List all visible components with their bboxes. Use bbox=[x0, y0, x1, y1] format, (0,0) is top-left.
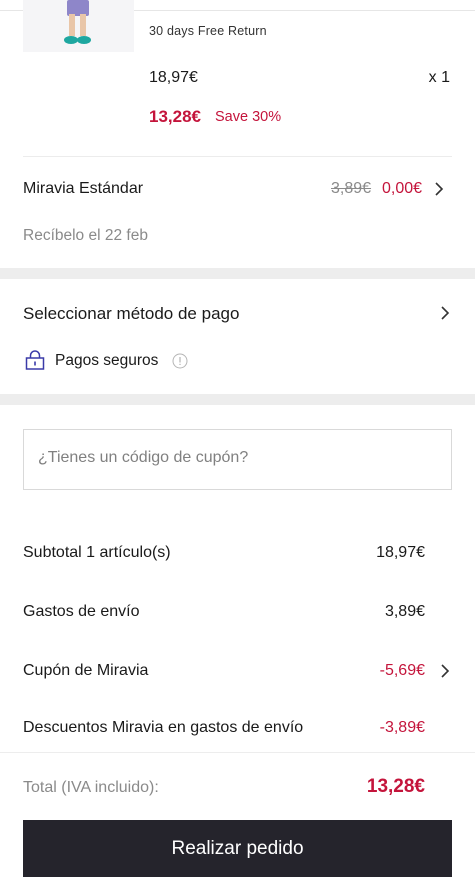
quantity: x 1 bbox=[428, 69, 450, 86]
section-separator bbox=[0, 394, 475, 405]
lock-icon bbox=[25, 350, 45, 370]
section-separator bbox=[0, 268, 475, 279]
chevron-right-icon[interactable] bbox=[440, 664, 450, 678]
total-label: Total (IVA incluido): bbox=[23, 779, 159, 796]
return-policy: 30 days Free Return bbox=[149, 24, 267, 38]
subtotal-value: 18,97€ bbox=[376, 544, 425, 561]
divider bbox=[0, 752, 475, 753]
info-icon[interactable] bbox=[172, 353, 188, 369]
coupon-input[interactable] bbox=[38, 449, 438, 467]
sale-price: 13,28€ bbox=[149, 107, 201, 126]
delivery-date: Recíbelo el 22 feb bbox=[23, 227, 148, 244]
shipping-new-price: 0,00€ bbox=[382, 180, 423, 197]
divider bbox=[23, 156, 452, 157]
shipping-discount-value: -3,89€ bbox=[379, 719, 425, 736]
shipping-method-name: Miravia Estándar bbox=[23, 180, 144, 197]
coupon-discount-value: -5,69€ bbox=[379, 662, 425, 679]
payment-method-title: Seleccionar método de pago bbox=[23, 304, 240, 323]
shipping-cost-value: 3,89€ bbox=[384, 603, 425, 620]
product-image[interactable] bbox=[23, 0, 134, 52]
shipping-old-price: 3,89€ bbox=[331, 180, 372, 197]
chevron-right-icon[interactable] bbox=[434, 182, 444, 196]
save-badge: Save 30% bbox=[215, 109, 282, 125]
coupon-field[interactable] bbox=[23, 429, 452, 490]
place-order-button[interactable]: Realizar pedido bbox=[23, 820, 452, 877]
chevron-right-icon[interactable] bbox=[440, 306, 450, 320]
subtotal-label: Subtotal 1 artículo(s) bbox=[23, 544, 171, 561]
secure-payments-label: Pagos seguros bbox=[55, 352, 159, 369]
shipping-discount-label: Descuentos Miravia en gastos de envío bbox=[23, 719, 304, 736]
coupon-discount-label: Cupón de Miravia bbox=[23, 662, 149, 679]
original-price: 18,97€ bbox=[149, 69, 198, 86]
shipping-cost-label: Gastos de envío bbox=[23, 603, 140, 620]
total-value: 13,28€ bbox=[366, 776, 425, 797]
